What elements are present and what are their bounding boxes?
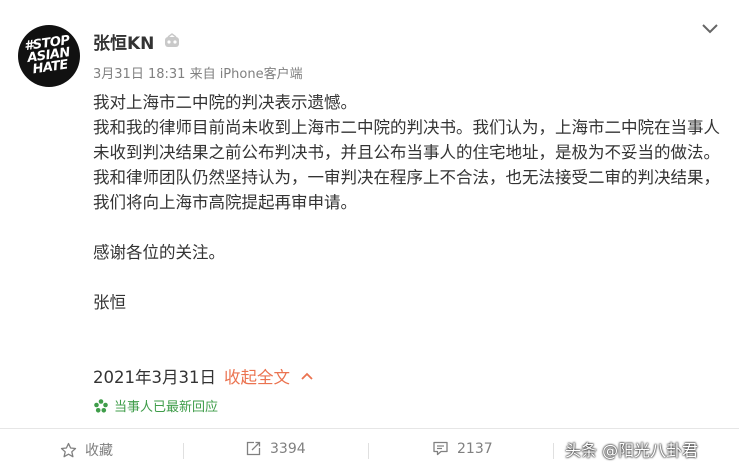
signature: 张恒: [93, 293, 126, 312]
repost-icon: [246, 441, 261, 456]
watermark: 头条 @阳光八卦君: [565, 441, 699, 460]
avatar-logo-text: #STOP ASIAN HATE: [23, 33, 72, 78]
flower-icon: [94, 398, 108, 413]
comment-count: 2137: [457, 440, 493, 457]
collapse-full-text-link[interactable]: 收起全文: [224, 364, 290, 388]
paragraph: 我和我的律师目前尚未收到上海市二中院的判决书。我们认为，上海市二中院在当事人未收…: [93, 118, 720, 162]
crown-badge-icon: [165, 33, 179, 47]
chevron-up-icon[interactable]: [300, 371, 314, 381]
post-body: 我对上海市二中院的判决表示遗憾。 我和我的律师目前尚未收到上海市二中院的判决书。…: [93, 90, 723, 315]
respond-label: 当事人已最新回应: [114, 400, 219, 415]
post-source: 来自 iPhone客户端: [189, 67, 303, 82]
favorite-button[interactable]: 收藏: [60, 440, 113, 460]
separator: [368, 443, 369, 459]
paragraph: 我对上海市二中院的判决表示遗憾。: [93, 93, 357, 112]
comment-icon: [433, 441, 448, 456]
comment-button[interactable]: 2137: [432, 440, 493, 457]
repost-count: 3394: [270, 440, 306, 457]
post-time[interactable]: 3月31日 18:31: [93, 67, 185, 82]
post-date: 2021年3月31日: [93, 368, 216, 387]
respond-notice[interactable]: 当事人已最新回应: [93, 396, 218, 415]
separator: [183, 443, 184, 459]
star-icon: [60, 442, 77, 457]
separator: [553, 443, 554, 459]
avatar[interactable]: #STOP ASIAN HATE: [18, 25, 80, 87]
post-footer: 2021年3月31日 收起全文: [93, 364, 314, 388]
post-meta: 3月31日 18:31 来自 iPhone客户端: [93, 63, 303, 82]
repost-button[interactable]: 3394: [245, 440, 306, 457]
username[interactable]: 张恒KN: [93, 29, 154, 54]
favorite-label: 收藏: [85, 443, 113, 459]
paragraph: 我和律师团队仍然坚持认为，一审判决在程序上不合法，也无法接受二审的判决结果，我们…: [93, 168, 720, 212]
chevron-down-icon[interactable]: [700, 22, 720, 36]
thanks-text: 感谢各位的关注。: [93, 243, 225, 262]
